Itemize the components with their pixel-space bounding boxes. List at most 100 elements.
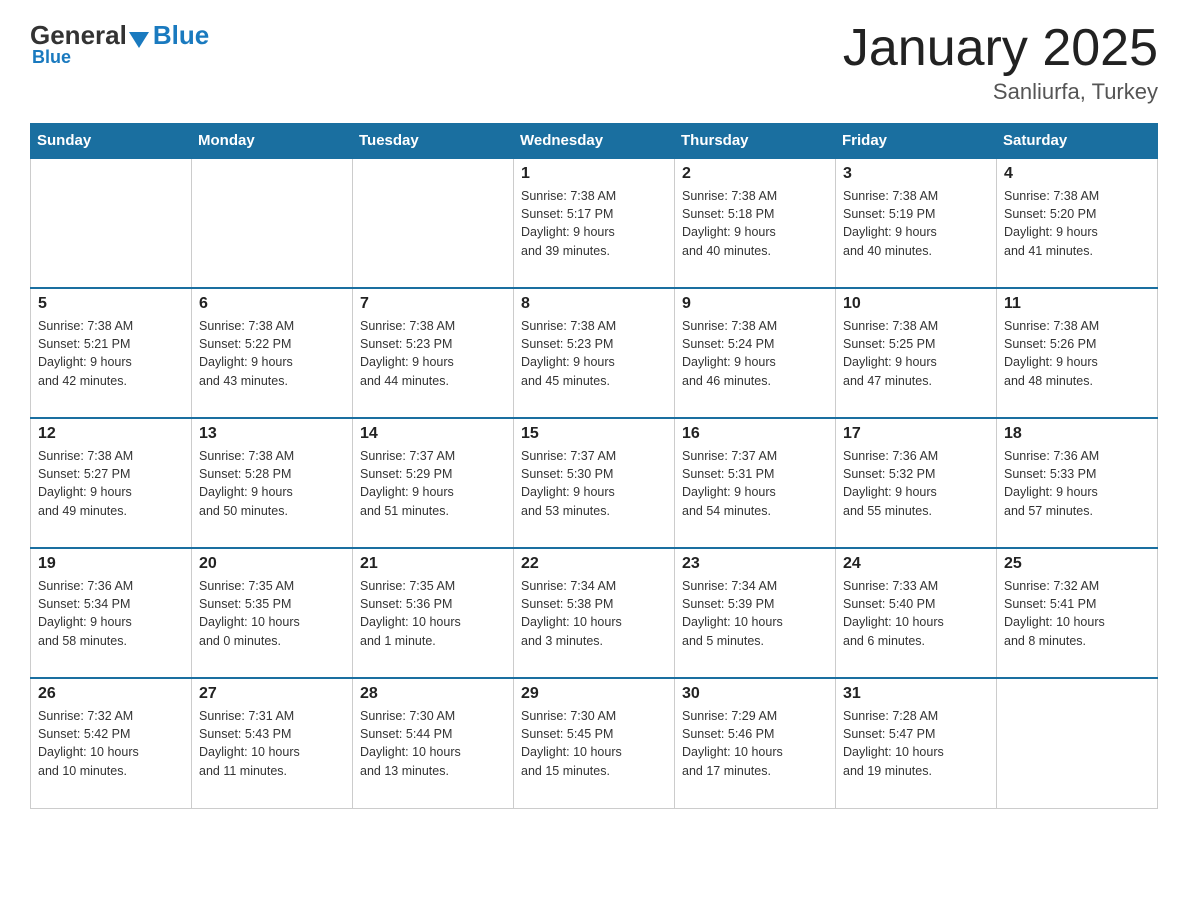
day-number: 11 (1004, 295, 1150, 313)
day-info: Sunrise: 7:38 AM Sunset: 5:24 PM Dayligh… (682, 317, 828, 390)
calendar-cell-week3-day6: 18 Sunrise: 7:36 AM Sunset: 5:33 PM Dayli… (997, 418, 1158, 548)
day-info: Sunrise: 7:36 AM Sunset: 5:34 PM Dayligh… (38, 577, 184, 650)
calendar-cell-week2-day1: 6Sunrise: 7:38 AM Sunset: 5:22 PM Daylig… (192, 288, 353, 418)
day-info: Sunrise: 7:32 AM Sunset: 5:42 PM Dayligh… (38, 707, 184, 780)
day-info: Sunrise: 7:30 AM Sunset: 5:45 PM Dayligh… (521, 707, 667, 780)
header-sunday: Sunday (31, 124, 192, 159)
day-number: 8 (521, 295, 667, 313)
calendar-cell-week2-day6: 11 Sunrise: 7:38 AM Sunset: 5:26 PM Dayli… (997, 288, 1158, 418)
day-info: Sunrise: 7:37 AM Sunset: 5:29 PM Dayligh… (360, 447, 506, 520)
calendar-cell-week2-day4: 9 Sunrise: 7:38 AM Sunset: 5:24 PM Daylig… (675, 288, 836, 418)
calendar-cell-week2-day5: 10 Sunrise: 7:38 AM Sunset: 5:25 PM Dayli… (836, 288, 997, 418)
calendar-cell-week5-day4: 30 Sunrise: 7:29 AM Sunset: 5:46 PM Dayli… (675, 678, 836, 808)
calendar-header-row: Sunday Monday Tuesday Wednesday Thursday… (31, 124, 1158, 159)
header-thursday: Thursday (675, 124, 836, 159)
day-number: 1 (521, 165, 667, 183)
logo-sub-text: Blue (32, 47, 71, 68)
day-number: 21 (360, 555, 506, 573)
day-info: Sunrise: 7:36 AM Sunset: 5:33 PM Dayligh… (1004, 447, 1150, 520)
calendar-cell-week3-day4: 16 Sunrise: 7:37 AM Sunset: 5:31 PM Dayli… (675, 418, 836, 548)
day-number: 9 (682, 295, 828, 313)
calendar-cell-week5-day0: 26 Sunrise: 7:32 AM Sunset: 5:42 PM Dayli… (31, 678, 192, 808)
calendar-cell-week3-day0: 12 Sunrise: 7:38 AM Sunset: 5:27 PM Dayli… (31, 418, 192, 548)
day-number: 19 (38, 555, 184, 573)
week-row-5: 26 Sunrise: 7:32 AM Sunset: 5:42 PM Dayli… (31, 678, 1158, 808)
calendar-cell-week4-day3: 22 Sunrise: 7:34 AM Sunset: 5:38 PM Dayli… (514, 548, 675, 678)
calendar-cell-week3-day2: 14Sunrise: 7:37 AM Sunset: 5:29 PM Dayli… (353, 418, 514, 548)
day-number: 24 (843, 555, 989, 573)
day-number: 20 (199, 555, 345, 573)
week-row-3: 12 Sunrise: 7:38 AM Sunset: 5:27 PM Dayli… (31, 418, 1158, 548)
day-info: Sunrise: 7:38 AM Sunset: 5:19 PM Dayligh… (843, 187, 989, 260)
day-info: Sunrise: 7:35 AM Sunset: 5:35 PM Dayligh… (199, 577, 345, 650)
day-info: Sunrise: 7:38 AM Sunset: 5:23 PM Dayligh… (360, 317, 506, 390)
page-header: General Blue Blue January 2025 Sanliurfa… (30, 20, 1158, 105)
title-block: January 2025 Sanliurfa, Turkey (843, 20, 1158, 105)
day-info: Sunrise: 7:38 AM Sunset: 5:27 PM Dayligh… (38, 447, 184, 520)
day-info: Sunrise: 7:28 AM Sunset: 5:47 PM Dayligh… (843, 707, 989, 780)
day-info: Sunrise: 7:38 AM Sunset: 5:22 PM Dayligh… (199, 317, 345, 390)
calendar-cell-week4-day1: 20 Sunrise: 7:35 AM Sunset: 5:35 PM Dayli… (192, 548, 353, 678)
day-info: Sunrise: 7:34 AM Sunset: 5:39 PM Dayligh… (682, 577, 828, 650)
calendar-cell-week4-day6: 25 Sunrise: 7:32 AM Sunset: 5:41 PM Dayli… (997, 548, 1158, 678)
calendar-cell-week1-day0 (31, 158, 192, 288)
day-info: Sunrise: 7:37 AM Sunset: 5:31 PM Dayligh… (682, 447, 828, 520)
header-monday: Monday (192, 124, 353, 159)
week-row-1: 1Sunrise: 7:38 AM Sunset: 5:17 PM Daylig… (31, 158, 1158, 288)
header-tuesday: Tuesday (353, 124, 514, 159)
day-info: Sunrise: 7:38 AM Sunset: 5:20 PM Dayligh… (1004, 187, 1150, 260)
day-info: Sunrise: 7:35 AM Sunset: 5:36 PM Dayligh… (360, 577, 506, 650)
day-number: 31 (843, 685, 989, 703)
month-title: January 2025 (843, 20, 1158, 77)
day-number: 13 (199, 425, 345, 443)
day-info: Sunrise: 7:38 AM Sunset: 5:26 PM Dayligh… (1004, 317, 1150, 390)
day-number: 10 (843, 295, 989, 313)
calendar-cell-week3-day3: 15Sunrise: 7:37 AM Sunset: 5:30 PM Dayli… (514, 418, 675, 548)
day-info: Sunrise: 7:33 AM Sunset: 5:40 PM Dayligh… (843, 577, 989, 650)
day-number: 2 (682, 165, 828, 183)
day-number: 18 (1004, 425, 1150, 443)
week-row-4: 19 Sunrise: 7:36 AM Sunset: 5:34 PM Dayli… (31, 548, 1158, 678)
day-number: 26 (38, 685, 184, 703)
calendar-cell-week1-day6: 4Sunrise: 7:38 AM Sunset: 5:20 PM Daylig… (997, 158, 1158, 288)
calendar-cell-week1-day4: 2 Sunrise: 7:38 AM Sunset: 5:18 PM Daylig… (675, 158, 836, 288)
calendar-cell-week1-day2 (353, 158, 514, 288)
calendar-cell-week5-day2: 28Sunrise: 7:30 AM Sunset: 5:44 PM Dayli… (353, 678, 514, 808)
day-info: Sunrise: 7:38 AM Sunset: 5:25 PM Dayligh… (843, 317, 989, 390)
day-info: Sunrise: 7:32 AM Sunset: 5:41 PM Dayligh… (1004, 577, 1150, 650)
calendar-cell-week4-day0: 19 Sunrise: 7:36 AM Sunset: 5:34 PM Dayli… (31, 548, 192, 678)
day-number: 7 (360, 295, 506, 313)
day-info: Sunrise: 7:38 AM Sunset: 5:21 PM Dayligh… (38, 317, 184, 390)
day-number: 15 (521, 425, 667, 443)
day-info: Sunrise: 7:38 AM Sunset: 5:18 PM Dayligh… (682, 187, 828, 260)
calendar-cell-week2-day2: 7 Sunrise: 7:38 AM Sunset: 5:23 PM Daylig… (353, 288, 514, 418)
logo-arrow-icon (129, 32, 149, 48)
day-number: 29 (521, 685, 667, 703)
calendar-cell-week1-day1 (192, 158, 353, 288)
calendar-cell-week3-day5: 17Sunrise: 7:36 AM Sunset: 5:32 PM Dayli… (836, 418, 997, 548)
calendar-cell-week5-day5: 31 Sunrise: 7:28 AM Sunset: 5:47 PM Dayli… (836, 678, 997, 808)
day-info: Sunrise: 7:34 AM Sunset: 5:38 PM Dayligh… (521, 577, 667, 650)
day-number: 5 (38, 295, 184, 313)
header-wednesday: Wednesday (514, 124, 675, 159)
day-number: 12 (38, 425, 184, 443)
calendar-cell-week5-day1: 27Sunrise: 7:31 AM Sunset: 5:43 PM Dayli… (192, 678, 353, 808)
day-number: 16 (682, 425, 828, 443)
day-info: Sunrise: 7:31 AM Sunset: 5:43 PM Dayligh… (199, 707, 345, 780)
day-number: 30 (682, 685, 828, 703)
calendar-table: Sunday Monday Tuesday Wednesday Thursday… (30, 123, 1158, 809)
calendar-cell-week4-day5: 24 Sunrise: 7:33 AM Sunset: 5:40 PM Dayli… (836, 548, 997, 678)
calendar-cell-week1-day5: 3 Sunrise: 7:38 AM Sunset: 5:19 PM Daylig… (836, 158, 997, 288)
week-row-2: 5 Sunrise: 7:38 AM Sunset: 5:21 PM Daylig… (31, 288, 1158, 418)
day-number: 22 (521, 555, 667, 573)
day-number: 23 (682, 555, 828, 573)
day-info: Sunrise: 7:29 AM Sunset: 5:46 PM Dayligh… (682, 707, 828, 780)
logo: General Blue Blue (30, 20, 209, 68)
calendar-cell-week3-day1: 13Sunrise: 7:38 AM Sunset: 5:28 PM Dayli… (192, 418, 353, 548)
day-info: Sunrise: 7:30 AM Sunset: 5:44 PM Dayligh… (360, 707, 506, 780)
calendar-cell-week5-day3: 29 Sunrise: 7:30 AM Sunset: 5:45 PM Dayli… (514, 678, 675, 808)
day-number: 17 (843, 425, 989, 443)
calendar-cell-week4-day2: 21 Sunrise: 7:35 AM Sunset: 5:36 PM Dayli… (353, 548, 514, 678)
day-number: 25 (1004, 555, 1150, 573)
day-number: 3 (843, 165, 989, 183)
